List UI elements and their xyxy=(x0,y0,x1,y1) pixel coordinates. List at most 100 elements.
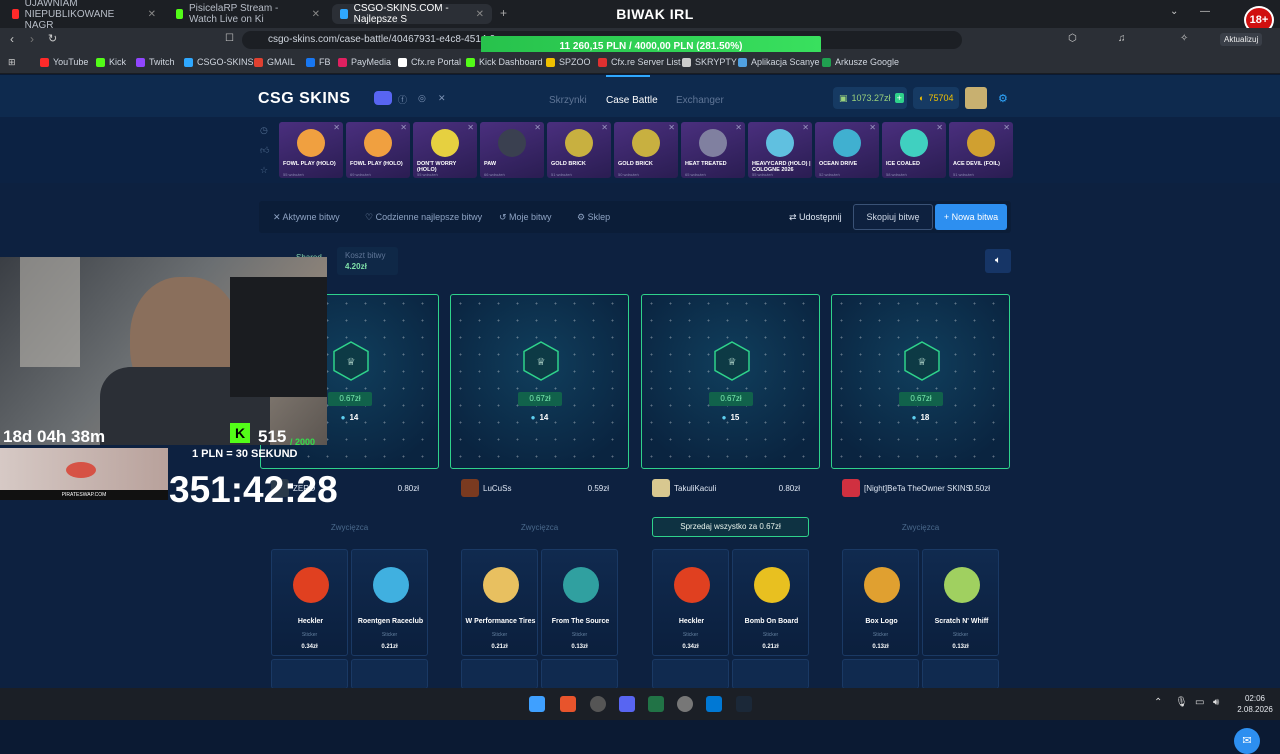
bookmark-icon[interactable]: ☐ xyxy=(225,33,234,44)
close-icon[interactable]: ✕ xyxy=(312,9,320,20)
next-item-card[interactable] xyxy=(351,659,428,689)
brave-icon[interactable] xyxy=(560,696,576,712)
bookmark-scanye[interactable]: Aplikacja Scanye xyxy=(738,57,820,67)
case-card[interactable]: ✕ ICE COALED 58 wdrożeń xyxy=(882,122,946,178)
mic-icon[interactable]: 🎙︎ xyxy=(1175,697,1188,708)
bookmark-paymedia[interactable]: PayMedia xyxy=(338,57,391,67)
bookmark-kick[interactable]: Kick xyxy=(96,57,126,67)
discord-icon[interactable] xyxy=(619,696,635,712)
next-item-card[interactable] xyxy=(271,659,348,689)
case-card[interactable]: ✕ GOLD BRICK 51 wdrożeń xyxy=(547,122,611,178)
close-icon[interactable]: ✕ xyxy=(1003,123,1010,132)
bookmark-kick-dashboard[interactable]: Kick Dashboard xyxy=(466,57,543,67)
case-card[interactable]: ✕ DON'T WORRY (HOLO) 55 wdrożeń xyxy=(413,122,477,178)
close-icon[interactable]: ✕ xyxy=(400,123,407,132)
new-tab-button[interactable]: + xyxy=(500,6,507,20)
close-icon[interactable]: ✕ xyxy=(802,123,809,132)
my-battles-link[interactable]: ↺ Moje bitwy xyxy=(499,212,552,223)
forward-icon[interactable]: › xyxy=(30,32,34,46)
won-item-card[interactable]: Heckler Sticker 0.34zł xyxy=(652,549,729,656)
windows-start-icon[interactable] xyxy=(529,696,545,712)
won-item-card[interactable]: Scratch N' Whiff Sticker 0.13zł xyxy=(922,549,999,656)
apps-icon[interactable]: ⊞ xyxy=(8,57,16,68)
next-item-card[interactable] xyxy=(652,659,729,689)
won-item-card[interactable]: Box Logo Sticker 0.13zł xyxy=(842,549,919,656)
settings-icon[interactable]: ✧ xyxy=(1180,33,1188,44)
next-item-card[interactable] xyxy=(461,659,538,689)
case-card[interactable]: ✕ GOLD BRICK 50 wdrożeń xyxy=(614,122,678,178)
vscode-icon[interactable] xyxy=(706,696,722,712)
close-icon[interactable]: ✕ xyxy=(476,9,484,20)
close-icon[interactable]: ✕ xyxy=(534,123,541,132)
coins-badge[interactable]: ◐ 75704 xyxy=(913,87,959,109)
tab-kick[interactable]: PisicelaRP Stream - Watch Live on Ki ✕ xyxy=(168,3,328,25)
won-item-card[interactable]: Heckler Sticker 0.34zł xyxy=(271,549,348,656)
discord-icon[interactable] xyxy=(374,91,392,105)
case-card[interactable]: ✕ OCEAN DRIVE 52 wdrożeń xyxy=(815,122,879,178)
minimize-icon[interactable]: — xyxy=(1200,6,1210,17)
won-item-card[interactable]: Bomb On Board Sticker 0.21zł xyxy=(732,549,809,656)
shop-link[interactable]: ⚙ Sklep xyxy=(577,212,610,223)
copy-battle-button[interactable]: Skopiuj bitwę xyxy=(853,204,933,230)
gear-icon[interactable]: ⚙ xyxy=(998,92,1008,105)
user-avatar[interactable] xyxy=(965,87,987,109)
music-icon[interactable]: ♫ xyxy=(1118,33,1126,44)
nav-case-battle[interactable]: Case Battle xyxy=(606,95,658,106)
system-clock[interactable]: 02:06 2.08.2026 xyxy=(1233,693,1277,715)
bookmark-fb[interactable]: FB xyxy=(306,57,331,67)
case-card[interactable]: ✕ HEAT TREATED 65 wdrożeń xyxy=(681,122,745,178)
display-icon[interactable]: ▭ xyxy=(1195,697,1204,708)
player-name[interactable]: [Night]BeTa TheOwner SKINS xyxy=(864,484,971,493)
case-card[interactable]: ✕ FOWL PLAY (HOLO) 69 wdrożeń xyxy=(346,122,410,178)
won-item-card[interactable]: From The Source Sticker 0.13zł xyxy=(541,549,618,656)
steam-icon[interactable] xyxy=(736,696,752,712)
tab-youtube[interactable]: UJAWNIAM NIEPUBLIKOWANE NAGR ✕ xyxy=(4,0,164,31)
next-item-card[interactable] xyxy=(842,659,919,689)
reload-icon[interactable]: ↻ xyxy=(48,32,57,45)
bookmark-youtube[interactable]: YouTube xyxy=(40,57,88,67)
daily-best-battles-link[interactable]: ♡ Codzienne najlepsze bitwy xyxy=(365,212,482,223)
close-icon[interactable]: ✕ xyxy=(735,123,742,132)
excel-icon[interactable] xyxy=(648,696,664,712)
sell-all-button[interactable]: Sprzedaj wszystko za 0.67zł xyxy=(652,517,809,537)
bookmark-skrypty[interactable]: SKRYPTY xyxy=(682,57,737,67)
player-avatar[interactable] xyxy=(652,479,670,497)
star-icon[interactable]: ☆ xyxy=(260,165,268,176)
bookmark-twitch[interactable]: Twitch xyxy=(136,57,175,67)
next-item-card[interactable] xyxy=(541,659,618,689)
instagram-icon[interactable]: ◎ xyxy=(418,93,426,104)
bookmark-spzoo[interactable]: SPZOO xyxy=(546,57,591,67)
add-funds-icon[interactable]: + xyxy=(894,93,904,103)
update-button[interactable]: Aktualizuj xyxy=(1220,33,1263,46)
player-name[interactable]: LuCuSs xyxy=(483,484,511,493)
facebook-icon[interactable]: ⓕ xyxy=(398,93,407,106)
tray-chevron-icon[interactable]: ⌃ xyxy=(1154,697,1162,708)
close-icon[interactable]: ✕ xyxy=(936,123,943,132)
close-icon[interactable]: ✕ xyxy=(333,123,340,132)
obs-icon[interactable] xyxy=(590,696,606,712)
app-icon[interactable] xyxy=(677,696,693,712)
case-card[interactable]: ✕ HEAVYCARD (HOLO) | COLOGNE 2026 55 wdr… xyxy=(748,122,812,178)
case-card[interactable]: ✕ ACE DEVIL (FOIL) 51 wdrożeń xyxy=(949,122,1013,178)
site-logo[interactable]: CSG SKINS xyxy=(258,90,351,108)
case-card[interactable]: ✕ PAW 66 wdrożeń xyxy=(480,122,544,178)
bookmark-csgo-skins[interactable]: CSGO-SKINS xyxy=(184,57,254,67)
new-battle-button[interactable]: + Nowa bitwa xyxy=(935,204,1007,230)
thumbs-up-icon[interactable]: 👍︎ xyxy=(260,145,269,156)
bookmark-cfx-portal[interactable]: Cfx.re Portal xyxy=(398,57,461,67)
won-item-card[interactable]: Roentgen Raceclub Sticker 0.21zł xyxy=(351,549,428,656)
close-icon[interactable]: ✕ xyxy=(467,123,474,132)
tab-csgo-skins[interactable]: CSGO-SKINS.COM - Najlepsze S ✕ xyxy=(332,3,492,25)
chevron-down-icon[interactable]: ⌄ xyxy=(1170,6,1178,17)
bookmark-gmail[interactable]: GMAIL xyxy=(254,57,295,67)
nav-exchanger[interactable]: Exchanger xyxy=(676,95,724,106)
bookmark-cfx-server-list[interactable]: Cfx.re Server List xyxy=(598,57,681,67)
chat-button[interactable]: ✉ xyxy=(1234,728,1260,754)
x-icon[interactable]: ✕ xyxy=(438,93,446,104)
next-item-card[interactable] xyxy=(732,659,809,689)
active-battles-link[interactable]: ✕ Aktywne bitwy xyxy=(273,212,340,223)
close-icon[interactable]: ✕ xyxy=(869,123,876,132)
balance-badge[interactable]: ▣ 1073.27zł + xyxy=(833,87,907,109)
player-avatar[interactable] xyxy=(842,479,860,497)
volume-icon[interactable]: 🔊︎ xyxy=(1213,697,1219,708)
